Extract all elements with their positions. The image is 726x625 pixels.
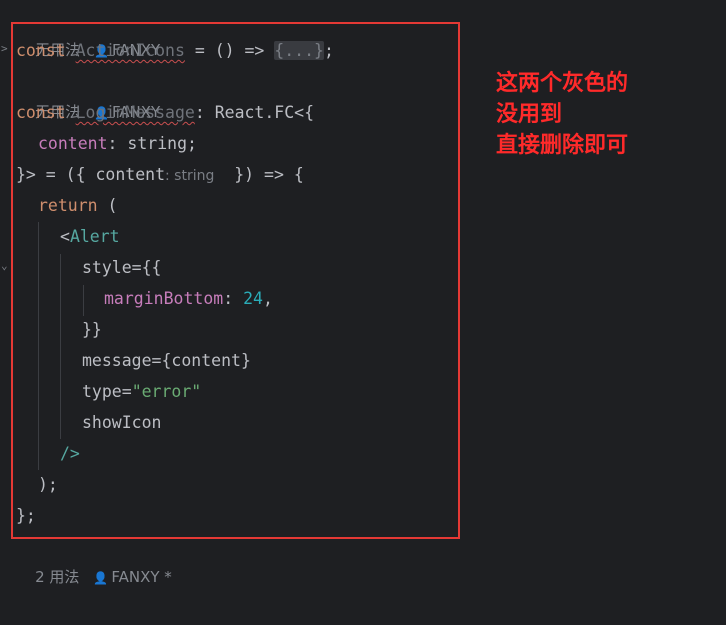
- user-icon: 👤: [93, 571, 109, 585]
- author-name: FANXY: [111, 568, 160, 586]
- chevron-right-icon[interactable]: >: [1, 42, 8, 55]
- modified-marker: *: [164, 568, 172, 586]
- chevron-down-icon[interactable]: ⌄: [1, 259, 8, 272]
- code-editor[interactable]: 无用法 👤 FANXY > const ActionIcons = () => {.…: [0, 0, 726, 586]
- annotation-line: 这两个灰色的: [496, 71, 629, 96]
- annotation-note: 这两个灰色的 没用到 直接删除即可: [496, 68, 628, 161]
- annotation-line: 直接删除即可: [496, 133, 629, 158]
- annotation-line: 没用到: [496, 102, 563, 127]
- usage-count: 2 用法: [35, 568, 80, 586]
- highlight-box: [11, 22, 460, 539]
